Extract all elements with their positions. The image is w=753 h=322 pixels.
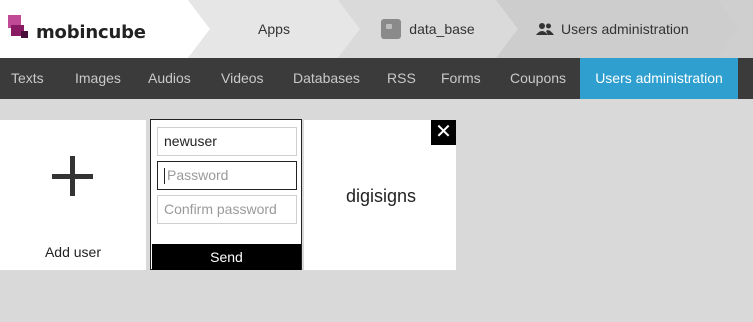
section-nav: Texts Images Audios Videos Databases RSS… bbox=[0, 58, 753, 99]
top-breadcrumb-bar: mobincube Apps data_base Users administr… bbox=[0, 0, 753, 58]
nav-users-administration[interactable]: Users administration bbox=[580, 58, 738, 99]
nav-audios[interactable]: Audios bbox=[148, 58, 191, 99]
send-button[interactable]: Send bbox=[152, 244, 301, 270]
close-icon[interactable]: ✕ bbox=[431, 120, 456, 145]
brand-logo[interactable]: mobincube bbox=[0, 0, 210, 58]
breadcrumb-users-label: Users administration bbox=[561, 21, 689, 37]
user-name-label: digisigns bbox=[345, 186, 417, 206]
nav-coupons[interactable]: Coupons bbox=[510, 58, 566, 99]
database-icon bbox=[381, 19, 402, 39]
nav-texts[interactable]: Texts bbox=[11, 58, 44, 99]
breadcrumb-database[interactable]: data_base bbox=[338, 0, 518, 58]
username-value: newuser bbox=[164, 133, 217, 149]
breadcrumb-apps-label: Apps bbox=[258, 21, 290, 37]
username-input[interactable]: newuser bbox=[157, 127, 297, 156]
confirm-password-input[interactable]: Confirm password bbox=[157, 195, 297, 224]
plus-icon-bar bbox=[52, 174, 93, 179]
nav-rss[interactable]: RSS bbox=[387, 58, 416, 99]
breadcrumb-apps[interactable]: Apps bbox=[188, 0, 360, 58]
nav-images[interactable]: Images bbox=[75, 58, 121, 99]
add-user-label: Add user bbox=[44, 244, 102, 260]
password-placeholder: Password bbox=[167, 167, 229, 183]
breadcrumb-users-administration[interactable]: Users administration bbox=[496, 0, 738, 58]
brand-name: mobincube bbox=[36, 22, 146, 43]
nav-forms[interactable]: Forms bbox=[441, 58, 481, 99]
password-input[interactable]: Password bbox=[157, 161, 297, 190]
nav-videos[interactable]: Videos bbox=[221, 58, 264, 99]
breadcrumb-database-label: data_base bbox=[409, 21, 475, 37]
users-icon bbox=[536, 23, 554, 35]
confirm-password-placeholder: Confirm password bbox=[164, 201, 277, 217]
mobincube-logo-icon bbox=[8, 15, 28, 38]
nav-databases[interactable]: Databases bbox=[293, 58, 360, 99]
text-cursor bbox=[164, 168, 165, 185]
